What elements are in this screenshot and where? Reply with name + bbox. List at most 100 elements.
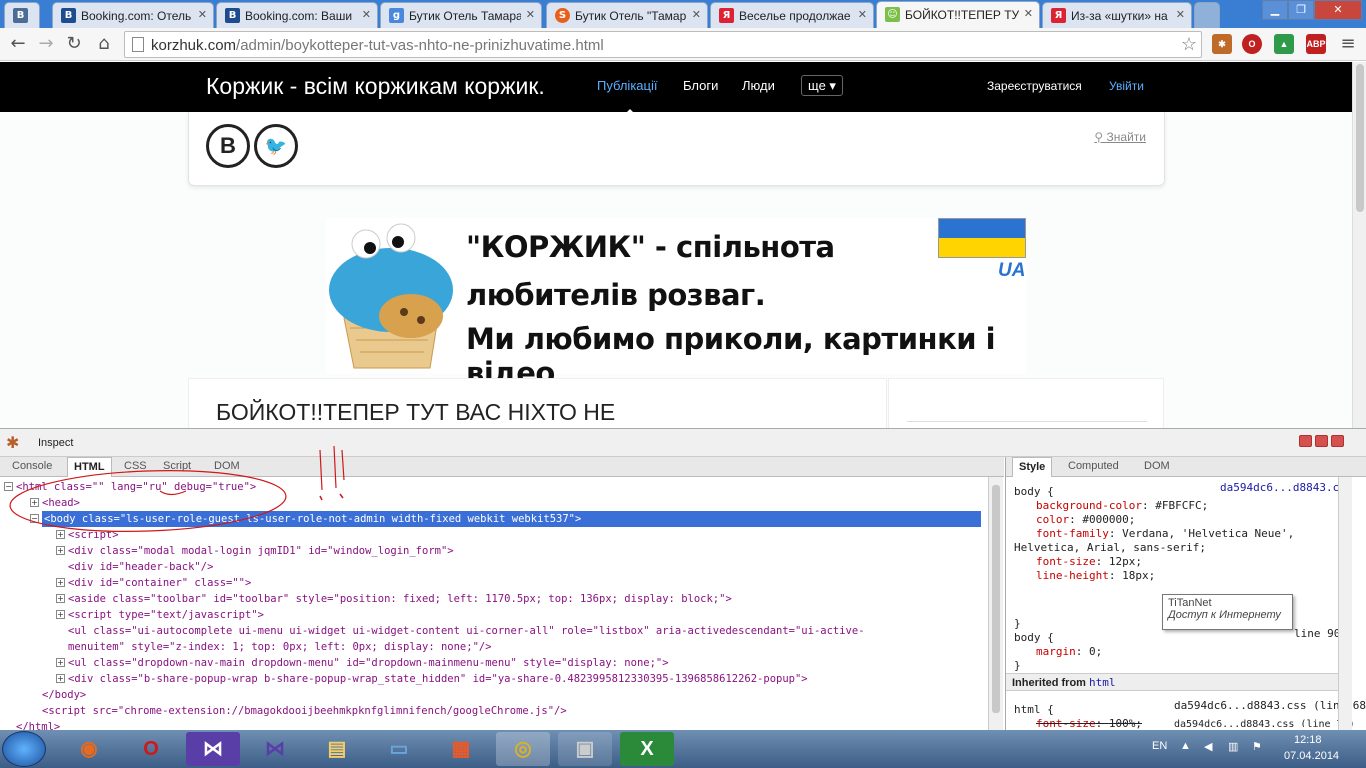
style-pane-scrollbar[interactable] bbox=[1338, 477, 1352, 731]
tab-yandex-2[interactable]: Я Из-за «шутки» на 1 ✕ bbox=[1042, 2, 1192, 28]
close-tab-icon[interactable]: ✕ bbox=[198, 8, 207, 21]
html-tree-node[interactable]: menuitem" style="z-index: 1; top: 0px; l… bbox=[68, 639, 492, 655]
html-tree-node[interactable]: <aside class="toolbar" id="toolbar" styl… bbox=[68, 591, 732, 607]
opera-taskbar-icon[interactable]: O bbox=[124, 732, 178, 766]
html-tree-node[interactable]: <head> bbox=[42, 495, 80, 511]
html-tree-node[interactable]: <ul class="ui-autocomplete ui-menu ui-wi… bbox=[68, 623, 865, 639]
firebug-extension-icon[interactable]: ✱ bbox=[1212, 34, 1232, 54]
tab-style-dom[interactable]: DOM bbox=[1144, 460, 1170, 472]
html-tree-node[interactable]: <script> bbox=[68, 527, 119, 543]
excel-taskbar-icon[interactable]: X bbox=[620, 732, 674, 766]
stylesheet-link[interactable]: da594dc6...d8843.css bbox=[1220, 481, 1352, 494]
html-tree-node[interactable]: <html class="" lang="ru" debug="true"> bbox=[16, 479, 256, 495]
html-tree-node[interactable]: </body> bbox=[42, 687, 86, 703]
clock-date[interactable]: 07.04.2014 bbox=[1284, 750, 1339, 762]
explorer-taskbar-icon[interactable]: ▤ bbox=[310, 732, 364, 766]
devtools-close-icon[interactable] bbox=[1331, 435, 1344, 447]
forward-arrow-icon[interactable]: → bbox=[36, 34, 56, 54]
html-tree-node[interactable]: <ul class="dropdown-nav-main dropdown-me… bbox=[68, 655, 669, 671]
close-tab-icon[interactable]: ✕ bbox=[1176, 8, 1185, 21]
photo-viewer-taskbar-icon[interactable]: ▭ bbox=[372, 732, 426, 766]
tab-html[interactable]: HTML bbox=[67, 457, 112, 477]
css-property[interactable]: line-height: 18px; bbox=[1036, 569, 1155, 582]
css-property[interactable]: color: #000000; bbox=[1036, 513, 1135, 526]
network-icon[interactable]: ▥ bbox=[1228, 740, 1238, 753]
adblock-extension-icon[interactable]: ABP bbox=[1306, 34, 1326, 54]
settings-menu-icon[interactable]: ≡ bbox=[1338, 34, 1358, 54]
html-tree-node[interactable]: <div id="header-back"/> bbox=[68, 559, 213, 575]
stylesheet-link-4[interactable]: da594dc6...d8843.css (line 78) bbox=[1174, 719, 1355, 727]
tab-stumble[interactable]: S Бутик Отель "Тамар ✕ bbox=[546, 2, 708, 28]
nav-blogs[interactable]: Блоги bbox=[683, 78, 718, 93]
close-tab-icon[interactable]: ✕ bbox=[692, 8, 701, 21]
expand-node-icon[interactable]: + bbox=[56, 610, 65, 619]
expand-node-icon[interactable]: + bbox=[56, 658, 65, 667]
network-taskbar-icon[interactable]: ▣ bbox=[558, 732, 612, 766]
back-arrow-icon[interactable]: ← bbox=[8, 34, 28, 54]
bookmark-star-icon[interactable]: ☆ bbox=[1181, 34, 1197, 55]
tab-script[interactable]: Script bbox=[163, 460, 191, 472]
html-tree-node[interactable]: <script type="text/javascript"> bbox=[68, 607, 264, 623]
html-tree-node[interactable]: <script src="chrome-extension://bmagokdo… bbox=[42, 703, 567, 719]
css-property[interactable]: font-family: Verdana, 'Helvetica Neue', bbox=[1036, 527, 1294, 540]
address-bar[interactable]: korzhuk.com/admin/boykotteper-tut-vas-nh… bbox=[124, 31, 1202, 58]
expand-node-icon[interactable]: + bbox=[56, 546, 65, 555]
tab-css[interactable]: CSS bbox=[124, 460, 147, 472]
tray-expand-icon[interactable]: ▲ bbox=[1180, 740, 1191, 752]
collapse-node-icon[interactable]: − bbox=[30, 514, 39, 523]
close-tab-icon[interactable]: ✕ bbox=[362, 8, 371, 21]
inspect-button[interactable]: Inspect bbox=[38, 437, 73, 449]
nav-people[interactable]: Люди bbox=[742, 78, 775, 93]
css-property[interactable]: background-color: #FBFCFC; bbox=[1036, 499, 1208, 512]
flag-icon[interactable]: ⚑ bbox=[1252, 740, 1262, 753]
page-scrollbar[interactable] bbox=[1352, 62, 1366, 428]
collapse-node-icon[interactable]: − bbox=[4, 482, 13, 491]
expand-node-icon[interactable]: + bbox=[56, 674, 65, 683]
tab-booking-1[interactable]: B Booking.com: Отель ✕ bbox=[52, 2, 214, 28]
visual-studio-taskbar-icon[interactable]: ⋈ bbox=[186, 732, 240, 766]
css-property[interactable]: Helvetica, Arial, sans-serif; bbox=[1014, 541, 1206, 554]
vk-social-icon[interactable]: B bbox=[206, 124, 250, 168]
css-property[interactable]: font-size: 12px; bbox=[1036, 555, 1142, 568]
chrome-taskbar-icon[interactable]: ◎ bbox=[496, 732, 550, 766]
new-tab-button[interactable] bbox=[1194, 2, 1220, 28]
tab-style[interactable]: Style bbox=[1012, 457, 1053, 477]
tab-vk[interactable]: B bbox=[4, 2, 40, 28]
expand-node-icon[interactable]: + bbox=[56, 594, 65, 603]
app-grid-taskbar-icon[interactable]: ▦ bbox=[434, 732, 488, 766]
tab-computed[interactable]: Computed bbox=[1068, 460, 1119, 472]
site-brand[interactable]: Коржик - всім коржикам коржик. bbox=[206, 73, 545, 100]
devtools-maximize-icon[interactable] bbox=[1315, 435, 1328, 447]
clock-time[interactable]: 12:18 bbox=[1294, 734, 1322, 746]
expand-node-icon[interactable]: + bbox=[56, 578, 65, 587]
tab-booking-2[interactable]: B Booking.com: Ваши ✕ bbox=[216, 2, 378, 28]
expand-node-icon[interactable]: + bbox=[56, 530, 65, 539]
visual-studio-2-taskbar-icon[interactable]: ⋈ bbox=[248, 732, 302, 766]
search-link[interactable]: ⚲ Знайти bbox=[1094, 130, 1146, 144]
close-tab-icon[interactable]: ✕ bbox=[526, 8, 535, 21]
maximize-window-icon[interactable]: ❐ bbox=[1288, 0, 1314, 20]
tab-active-korzhik[interactable]: ☺ БОЙКОТ!!ТЕПЕР ТУТ ✕ bbox=[876, 1, 1040, 28]
tab-dom[interactable]: DOM bbox=[214, 460, 240, 472]
tab-console[interactable]: Console bbox=[12, 460, 52, 472]
opera-extension-icon[interactable]: O bbox=[1242, 34, 1262, 54]
language-indicator[interactable]: EN bbox=[1152, 740, 1167, 752]
drive-extension-icon[interactable]: ▲ bbox=[1274, 34, 1294, 54]
html-tree-node[interactable]: <div class="modal modal-login jqmID1" id… bbox=[68, 543, 454, 559]
minimize-window-icon[interactable]: ▁ bbox=[1262, 0, 1288, 20]
home-icon[interactable]: ⌂ bbox=[94, 34, 114, 54]
close-tab-icon[interactable]: ✕ bbox=[858, 8, 867, 21]
html-tree-node[interactable]: <div id="container" class=""> bbox=[68, 575, 251, 591]
volume-icon[interactable]: ◀ bbox=[1204, 740, 1212, 753]
nav-more-dropdown[interactable]: ще ▾ bbox=[801, 75, 843, 96]
html-tree-node[interactable]: <body class="ls-user-role-guest ls-user-… bbox=[42, 511, 981, 527]
expand-node-icon[interactable]: + bbox=[30, 498, 39, 507]
reload-icon[interactable]: ↻ bbox=[64, 34, 84, 54]
firebug-icon[interactable]: ✱ bbox=[6, 433, 19, 453]
login-link[interactable]: Увійти bbox=[1109, 79, 1144, 93]
twitter-social-icon[interactable]: 🐦 bbox=[254, 124, 298, 168]
html-tree-node[interactable]: <div class="b-share-popup-wrap b-share-p… bbox=[68, 671, 808, 687]
firefox-taskbar-icon[interactable]: ◉ bbox=[62, 732, 116, 766]
tab-yandex-1[interactable]: Я Веселье продолжае ✕ bbox=[710, 2, 874, 28]
article-title[interactable]: БОЙКОТ!!ТЕПЕР ТУТ ВАС НІХТО НЕ bbox=[216, 399, 615, 426]
